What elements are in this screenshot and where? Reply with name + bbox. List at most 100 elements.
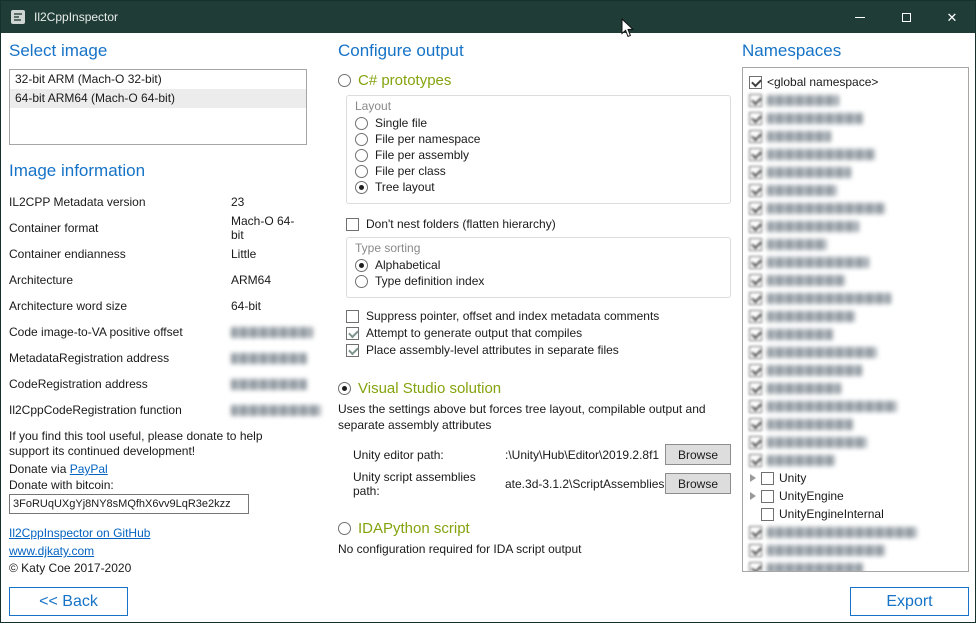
paypal-link[interactable]: PayPal — [70, 462, 108, 476]
namespace-checkbox[interactable] — [749, 148, 762, 161]
namespace-item-redacted[interactable] — [749, 541, 964, 559]
layout-option-single-file[interactable]: Single file — [355, 115, 722, 131]
namespace-checkbox[interactable] — [749, 328, 762, 341]
namespace-item-redacted[interactable] — [749, 217, 964, 235]
flatten-hierarchy-checkbox[interactable] — [346, 218, 359, 231]
namespace-item-redacted[interactable] — [749, 271, 964, 289]
image-option-64bit[interactable]: 64-bit ARM64 (Mach-O 64-bit) — [10, 89, 306, 108]
namespace-checkbox[interactable] — [749, 400, 762, 413]
unityengine-checkbox[interactable] — [761, 490, 774, 503]
namespace-checkbox[interactable] — [749, 184, 762, 197]
namespace-item-redacted[interactable] — [749, 379, 964, 397]
namespace-checkbox[interactable] — [749, 94, 762, 107]
namespace-checkbox[interactable] — [749, 112, 762, 125]
namespace-item-redacted[interactable] — [749, 415, 964, 433]
separate-attributes-checkbox[interactable] — [346, 344, 359, 357]
namespace-checkbox[interactable] — [749, 220, 762, 233]
namespace-item-redacted[interactable] — [749, 397, 964, 415]
separate-attributes-option[interactable]: Place assembly-level attributes in separ… — [346, 343, 731, 357]
info-value-redacted — [231, 351, 307, 365]
namespace-checkbox[interactable] — [749, 202, 762, 215]
namespace-item-redacted[interactable] — [749, 559, 964, 572]
compilable-output-option[interactable]: Attempt to generate output that compiles — [346, 326, 731, 340]
namespace-item-redacted[interactable] — [749, 523, 964, 541]
idapython-script-option[interactable]: IDAPython script — [338, 520, 731, 537]
layout-option-file-per-assembly[interactable]: File per assembly — [355, 147, 722, 163]
namespace-item-redacted[interactable] — [749, 235, 964, 253]
namespace-item-redacted[interactable] — [749, 109, 964, 127]
alphabetical-radio[interactable] — [355, 259, 368, 272]
maximize-button[interactable] — [883, 1, 929, 33]
namespace-item-redacted[interactable] — [749, 451, 964, 469]
layout-option-file-per-namespace[interactable]: File per namespace — [355, 131, 722, 147]
namespace-checkbox[interactable] — [749, 274, 762, 287]
layout-option-tree-layout[interactable]: Tree layout — [355, 179, 722, 195]
image-option-32bit[interactable]: 32-bit ARM (Mach-O 32-bit) — [10, 70, 306, 89]
namespace-checkbox[interactable] — [749, 238, 762, 251]
compilable-output-checkbox[interactable] — [346, 327, 359, 340]
namespace-item-redacted[interactable] — [749, 127, 964, 145]
expander-icon[interactable] — [750, 492, 756, 500]
type-sorting-definition-index[interactable]: Type definition index — [355, 273, 722, 289]
type-definition-index-radio[interactable] — [355, 275, 368, 288]
tree-layout-radio[interactable] — [355, 181, 368, 194]
idapython-script-radio[interactable] — [338, 522, 351, 535]
unityengineinternal-checkbox[interactable] — [761, 508, 774, 521]
bitcoin-address-input[interactable] — [9, 494, 249, 514]
minimize-button[interactable] — [837, 1, 883, 33]
namespace-checkbox[interactable] — [749, 562, 762, 573]
github-link[interactable]: Il2CppInspector on GitHub — [9, 526, 150, 540]
type-sorting-alphabetical[interactable]: Alphabetical — [355, 257, 722, 273]
namespace-checkbox[interactable] — [749, 256, 762, 269]
namespace-item-redacted[interactable] — [749, 91, 964, 109]
namespace-item-redacted[interactable] — [749, 145, 964, 163]
namespace-item-unity[interactable]: Unity — [749, 469, 964, 487]
namespace-checkbox[interactable] — [749, 454, 762, 467]
unity-script-browse-button[interactable]: Browse — [665, 473, 731, 494]
back-button[interactable]: << Back — [9, 587, 128, 616]
namespace-checkbox[interactable] — [749, 418, 762, 431]
namespace-item-global[interactable]: <global namespace> — [749, 73, 964, 91]
csharp-prototypes-radio[interactable] — [338, 74, 351, 87]
global-namespace-checkbox[interactable] — [749, 76, 762, 89]
namespace-item-redacted[interactable] — [749, 289, 964, 307]
unity-editor-browse-button[interactable]: Browse — [665, 444, 731, 465]
namespace-item-unityengine[interactable]: UnityEngine — [749, 487, 964, 505]
close-button[interactable]: ✕ — [929, 1, 975, 33]
namespace-item-redacted[interactable] — [749, 325, 964, 343]
namespace-checkbox[interactable] — [749, 382, 762, 395]
layout-option-file-per-class[interactable]: File per class — [355, 163, 722, 179]
single-file-radio[interactable] — [355, 117, 368, 130]
namespace-item-redacted[interactable] — [749, 199, 964, 217]
file-per-namespace-radio[interactable] — [355, 133, 368, 146]
unity-checkbox[interactable] — [761, 472, 774, 485]
namespace-item-redacted[interactable] — [749, 361, 964, 379]
suppress-metadata-checkbox[interactable] — [346, 310, 359, 323]
suppress-metadata-option[interactable]: Suppress pointer, offset and index metad… — [346, 309, 731, 323]
file-per-class-radio[interactable] — [355, 165, 368, 178]
namespace-checkbox[interactable] — [749, 364, 762, 377]
namespace-checkbox[interactable] — [749, 346, 762, 359]
namespace-item-redacted[interactable] — [749, 343, 964, 361]
namespace-item-redacted[interactable] — [749, 181, 964, 199]
namespace-checkbox[interactable] — [749, 310, 762, 323]
flatten-hierarchy-option[interactable]: Don't nest folders (flatten hierarchy) — [346, 217, 731, 231]
file-per-assembly-radio[interactable] — [355, 149, 368, 162]
namespace-item-unityengineinternal[interactable]: UnityEngineInternal — [749, 505, 964, 523]
visual-studio-solution-radio[interactable] — [338, 382, 351, 395]
namespace-item-redacted[interactable] — [749, 433, 964, 451]
export-button[interactable]: Export — [850, 587, 969, 616]
namespace-checkbox[interactable] — [749, 166, 762, 179]
visual-studio-solution-option[interactable]: Visual Studio solution — [338, 380, 731, 397]
namespace-item-redacted[interactable] — [749, 253, 964, 271]
csharp-prototypes-option[interactable]: C# prototypes — [338, 72, 731, 89]
namespace-item-redacted[interactable] — [749, 163, 964, 181]
expander-icon[interactable] — [750, 474, 756, 482]
website-link[interactable]: www.djkaty.com — [9, 544, 94, 558]
namespace-item-redacted[interactable] — [749, 307, 964, 325]
namespace-checkbox[interactable] — [749, 526, 762, 539]
namespace-checkbox[interactable] — [749, 292, 762, 305]
namespace-checkbox[interactable] — [749, 436, 762, 449]
namespace-checkbox[interactable] — [749, 130, 762, 143]
namespace-checkbox[interactable] — [749, 544, 762, 557]
